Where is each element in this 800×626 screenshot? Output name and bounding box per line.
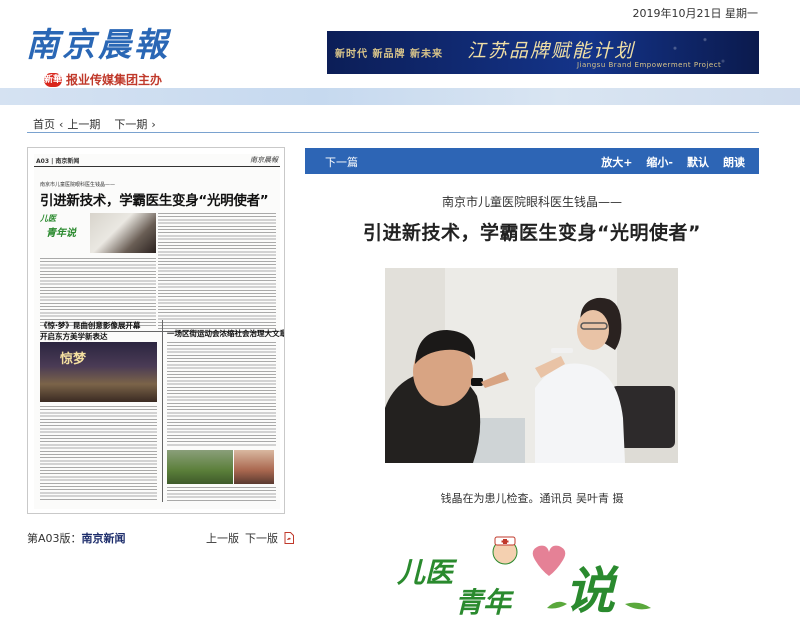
default-size-button[interactable]: 默认 bbox=[687, 154, 709, 170]
article-photo bbox=[385, 268, 678, 463]
issue-navigation: 首页 ‹ 上一期 下一期 › bbox=[33, 116, 156, 132]
site-header: 2019年10月21日 星期一 南京晨報 新華 报业传媒集团主办 新时代 新品牌… bbox=[0, 0, 800, 88]
page-header-strip: A03 | 南京新闻 南京晨報 bbox=[34, 154, 280, 167]
next-page-link[interactable]: 下一版 bbox=[245, 530, 278, 546]
brand-banner-ad[interactable]: 新时代 新品牌 新未来 江苏品牌赋能计划 Jiangsu Brand Empow… bbox=[327, 31, 759, 74]
thumb-text-column bbox=[40, 406, 157, 501]
thumb-story1-title[interactable]: 引进新技术，学霸医生变身“光明使者” bbox=[40, 189, 269, 209]
thumb-text-column bbox=[167, 342, 276, 446]
newspaper-masthead[interactable]: 南京晨報 bbox=[26, 18, 170, 66]
zoom-in-button[interactable]: 放大+ bbox=[601, 154, 632, 170]
page-image: A03 | 南京新闻 南京晨報 南京市儿童医院眼科医生钱晶—— 引进新技术，学霸… bbox=[34, 154, 284, 509]
thumb-story1-photo bbox=[90, 213, 156, 253]
page-number-label: A03 | 南京新闻 bbox=[36, 158, 80, 165]
zoom-out-button[interactable]: 缩小- bbox=[646, 154, 673, 170]
thumb-story2-title[interactable]: 《惊·梦》昆曲创意影像展开幕 开启东方美学新表达 bbox=[40, 320, 140, 342]
read-aloud-button[interactable]: 朗读 bbox=[723, 154, 745, 170]
prev-issue-link[interactable]: 上一期 bbox=[67, 116, 100, 132]
thumb-text-column bbox=[167, 487, 276, 503]
newspaper-page-thumbnail[interactable]: A03 | 南京新闻 南京晨報 南京市儿童医院眼科医生钱晶—— 引进新技术，学霸… bbox=[27, 147, 285, 514]
thumb-column-logo: 儿医 青年说 bbox=[40, 214, 76, 239]
page-navigation: 上一版 下一版 bbox=[206, 530, 294, 546]
thumb-story3-title[interactable]: 一场区街运动会浓缩社会治理大文章 bbox=[167, 328, 284, 339]
thumb-story3-photo bbox=[167, 450, 233, 484]
publisher-name: 报业传媒集团主办 bbox=[66, 73, 163, 87]
page-brand: 南京晨報 bbox=[250, 156, 278, 164]
banner-title: 江苏品牌赋能计划 bbox=[467, 40, 636, 62]
photo-caption: 钱晶在为患儿检查。通讯员 吴叶青 摄 bbox=[440, 492, 624, 505]
reading-tools: 放大+ 缩小- 默认 朗读 bbox=[601, 154, 745, 170]
banner-decoration bbox=[639, 31, 759, 74]
thumb-text-column bbox=[158, 213, 276, 331]
logo-text-erye: 儿医 bbox=[397, 556, 458, 589]
page-label: 第A03版：南京新闻 bbox=[27, 532, 126, 545]
nav-divider bbox=[27, 132, 759, 133]
home-link[interactable]: 首页 bbox=[33, 116, 55, 132]
xinhua-logo-icon: 新華 bbox=[44, 72, 63, 87]
article-toolbar: 下一篇 放大+ 缩小- 默认 朗读 bbox=[305, 148, 759, 174]
column-logo-badge: 儿医 青年 说 bbox=[396, 530, 667, 620]
thumb-text-column bbox=[40, 258, 156, 328]
article-title: 引进新技术，学霸医生变身“光明使者” bbox=[363, 222, 701, 244]
thumb-divider bbox=[162, 320, 163, 502]
logo-text-qingnian: 青年 bbox=[455, 586, 515, 619]
next-issue-link[interactable]: 下一期 bbox=[114, 116, 147, 132]
issue-date: 2019年10月21日 星期一 bbox=[632, 7, 759, 20]
chevron-right-icon: › bbox=[151, 117, 156, 131]
next-article-link[interactable]: 下一篇 bbox=[325, 154, 358, 170]
publisher-line: 新華 报业传媒集团主办 bbox=[44, 71, 162, 88]
logo-text-shuo: 说 bbox=[565, 561, 620, 620]
thumb-story1-kicker[interactable]: 南京市儿童医院眼科医生钱晶—— bbox=[40, 181, 115, 188]
header-divider-bar bbox=[0, 88, 800, 105]
chevron-left-icon: ‹ bbox=[59, 117, 64, 131]
thumb-story3-photo-2 bbox=[234, 450, 274, 484]
banner-slogan: 新时代 新品牌 新未来 bbox=[335, 49, 443, 60]
thumb-story2-photo: 惊梦 bbox=[40, 342, 157, 402]
prev-page-link[interactable]: 上一版 bbox=[206, 530, 239, 546]
stage-caption: 惊梦 bbox=[60, 352, 87, 367]
article-kicker: 南京市儿童医院眼科医生钱晶—— bbox=[441, 195, 622, 209]
pdf-download-icon[interactable] bbox=[284, 532, 294, 544]
